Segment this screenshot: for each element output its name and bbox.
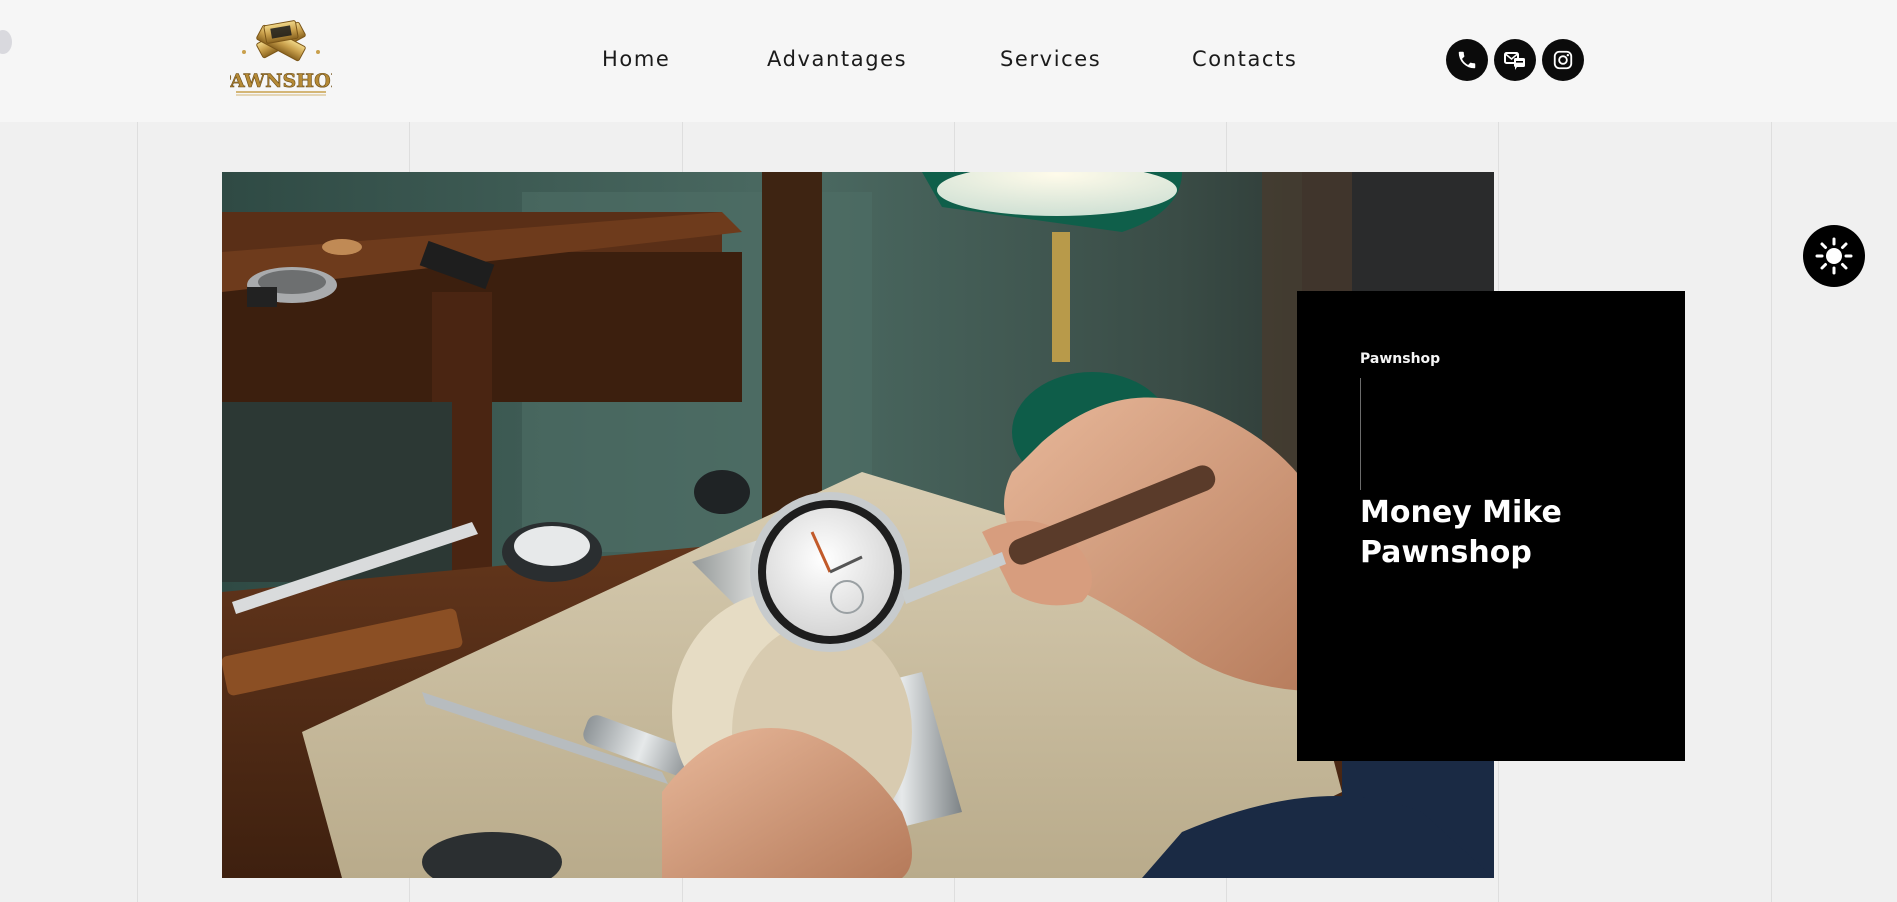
grid-line bbox=[1771, 122, 1772, 902]
site-header: PAWNSHOP Home Advantages Services Contac… bbox=[0, 0, 1897, 122]
nav-contacts[interactable]: Contacts bbox=[1192, 47, 1297, 71]
nav-home[interactable]: Home bbox=[602, 47, 670, 71]
sun-icon bbox=[1815, 237, 1853, 275]
theme-toggle-button[interactable] bbox=[1803, 225, 1865, 287]
logo-wordmark: PAWNSHOP bbox=[230, 70, 332, 92]
card-divider bbox=[1360, 378, 1361, 490]
side-menu-handle[interactable] bbox=[0, 30, 12, 54]
phone-icon bbox=[1458, 51, 1476, 69]
card-eyebrow: Pawnshop bbox=[1360, 351, 1441, 367]
card-title: Money Mike Pawnshop bbox=[1360, 495, 1562, 570]
grid-line bbox=[137, 122, 138, 902]
hero-info-card: Pawnshop Money Mike Pawnshop bbox=[1297, 291, 1685, 761]
nav-advantages[interactable]: Advantages bbox=[767, 47, 907, 71]
messenger-button[interactable] bbox=[1494, 39, 1536, 81]
instagram-button[interactable] bbox=[1542, 39, 1584, 81]
phone-button[interactable] bbox=[1446, 39, 1488, 81]
messenger-icon bbox=[1504, 52, 1525, 70]
instagram-icon bbox=[1553, 50, 1573, 70]
nav-services[interactable]: Services bbox=[1000, 47, 1101, 71]
pawnshop-logo[interactable]: PAWNSHOP bbox=[217, 10, 345, 98]
